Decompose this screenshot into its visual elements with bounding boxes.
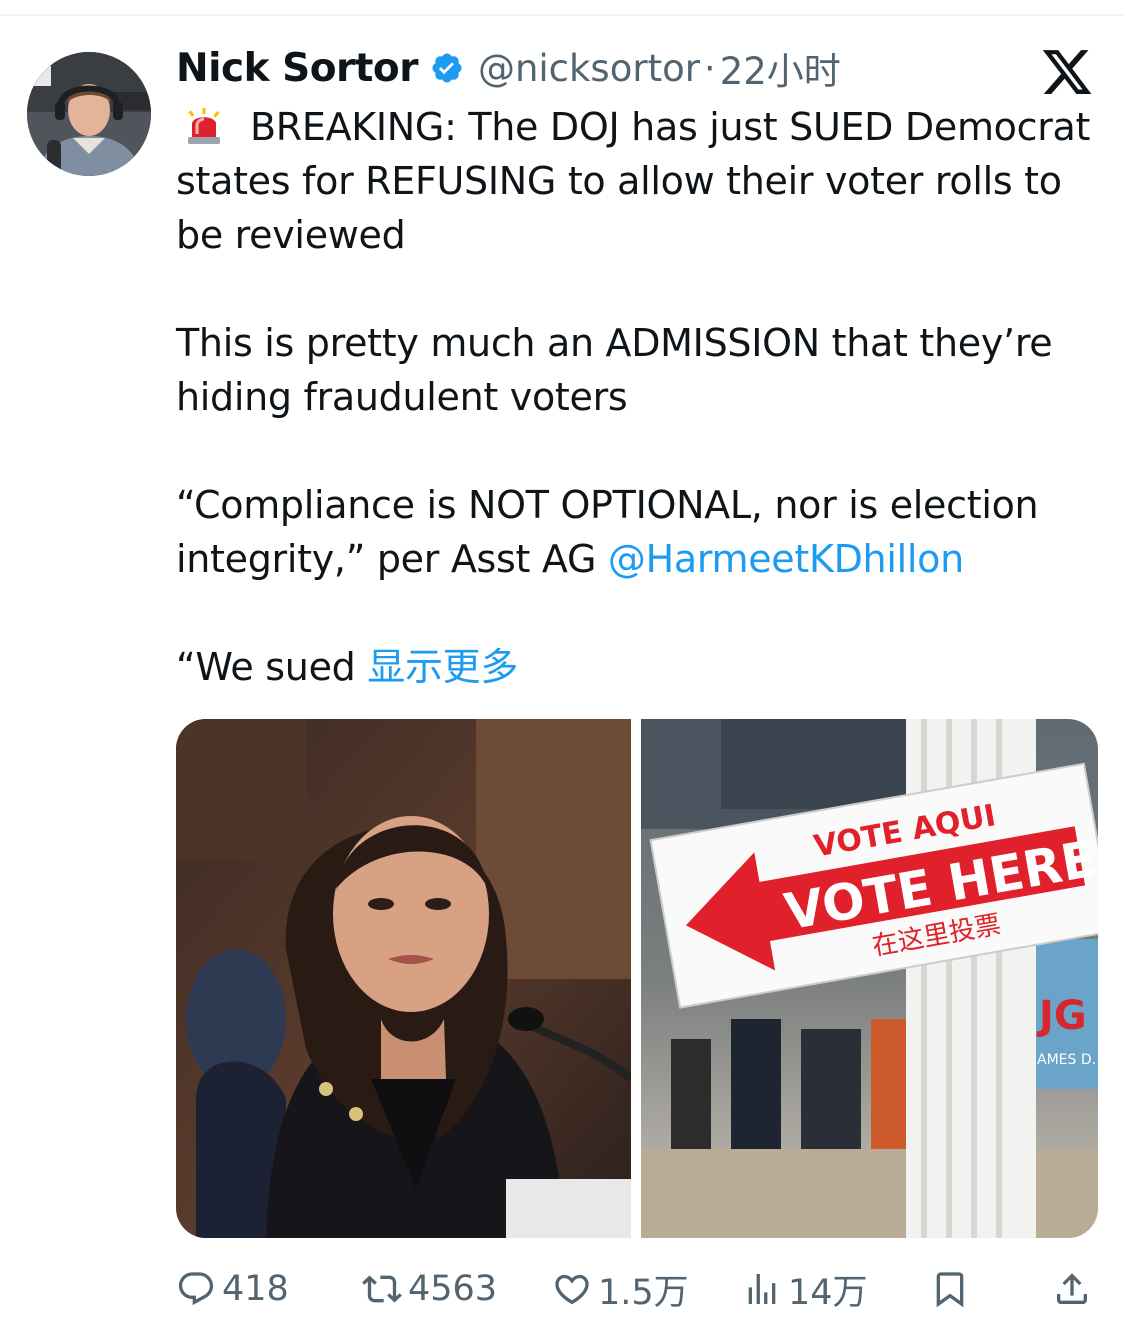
tweet-line-1: BREAKING: The DOJ has just SUED Democrat… <box>176 105 1091 257</box>
like-button[interactable]: 1.5万 <box>552 1262 689 1316</box>
tweet-body: BREAKING: The DOJ has just SUED Democrat… <box>176 100 1096 694</box>
post-time[interactable]: 22小时 <box>720 41 841 95</box>
x-logo-icon[interactable] <box>1040 45 1094 99</box>
reply-count: 418 <box>222 1269 289 1309</box>
reply-icon <box>178 1272 214 1306</box>
avatar-photo <box>27 52 151 176</box>
views-count: 14万 <box>788 1272 868 1313</box>
author-handle[interactable]: @nicksortor <box>478 47 700 90</box>
top-divider <box>0 14 1125 16</box>
media-photo-2[interactable]: JG AMES D. VOTE AQUI VOTE HERE 在这里投票 <box>641 719 1098 1238</box>
mention-link[interactable]: @HarmeetKDhillon <box>608 537 964 581</box>
tweet-paragraph-4: “We sued 显示更多 <box>176 640 1096 694</box>
tweet-paragraph-1: BREAKING: The DOJ has just SUED Democrat… <box>176 100 1096 262</box>
verified-badge-icon <box>432 53 462 83</box>
bookmark-button[interactable] <box>930 1262 970 1316</box>
media-photo-1[interactable] <box>176 719 631 1238</box>
poster-text-name: AMES D. <box>1037 1052 1096 1068</box>
police-light-icon <box>188 108 220 144</box>
views-button[interactable]: 14万 <box>742 1262 868 1316</box>
like-count: 1.5万 <box>598 1272 689 1313</box>
show-more-link[interactable]: 显示更多 <box>367 645 518 689</box>
header-separator: · <box>703 46 716 90</box>
views-chart-icon <box>748 1274 776 1304</box>
share-button[interactable] <box>1052 1262 1092 1316</box>
poster-text-jg: JG <box>1036 993 1087 1039</box>
media-grid: JG AMES D. VOTE AQUI VOTE HERE 在这里投票 <box>176 719 1098 1238</box>
hearing-photo <box>176 719 631 1238</box>
truncated-text: “We sued <box>176 645 368 689</box>
reply-button[interactable]: 418 <box>176 1262 289 1316</box>
repost-icon <box>362 1275 402 1303</box>
repost-count: 4563 <box>408 1269 498 1309</box>
bookmark-icon <box>936 1272 964 1308</box>
tweet-paragraph-3: “Compliance is NOT OPTIONAL, nor is elec… <box>176 478 1096 586</box>
tweet-header: Nick Sortor @nicksortor · 22小时 <box>176 40 841 96</box>
action-bar: 418 4563 1.5万 14万 <box>176 1262 1106 1316</box>
tweet-paragraph-2: This is pretty much an ADMISSION that th… <box>176 321 1053 419</box>
heart-icon <box>555 1274 589 1305</box>
repost-button[interactable]: 4563 <box>362 1262 497 1316</box>
author-name[interactable]: Nick Sortor <box>176 46 418 91</box>
vote-here-sign-photo: JG AMES D. VOTE AQUI VOTE HERE 在这里投票 <box>641 719 1098 1238</box>
share-icon <box>1057 1273 1087 1304</box>
author-avatar[interactable] <box>27 52 151 176</box>
